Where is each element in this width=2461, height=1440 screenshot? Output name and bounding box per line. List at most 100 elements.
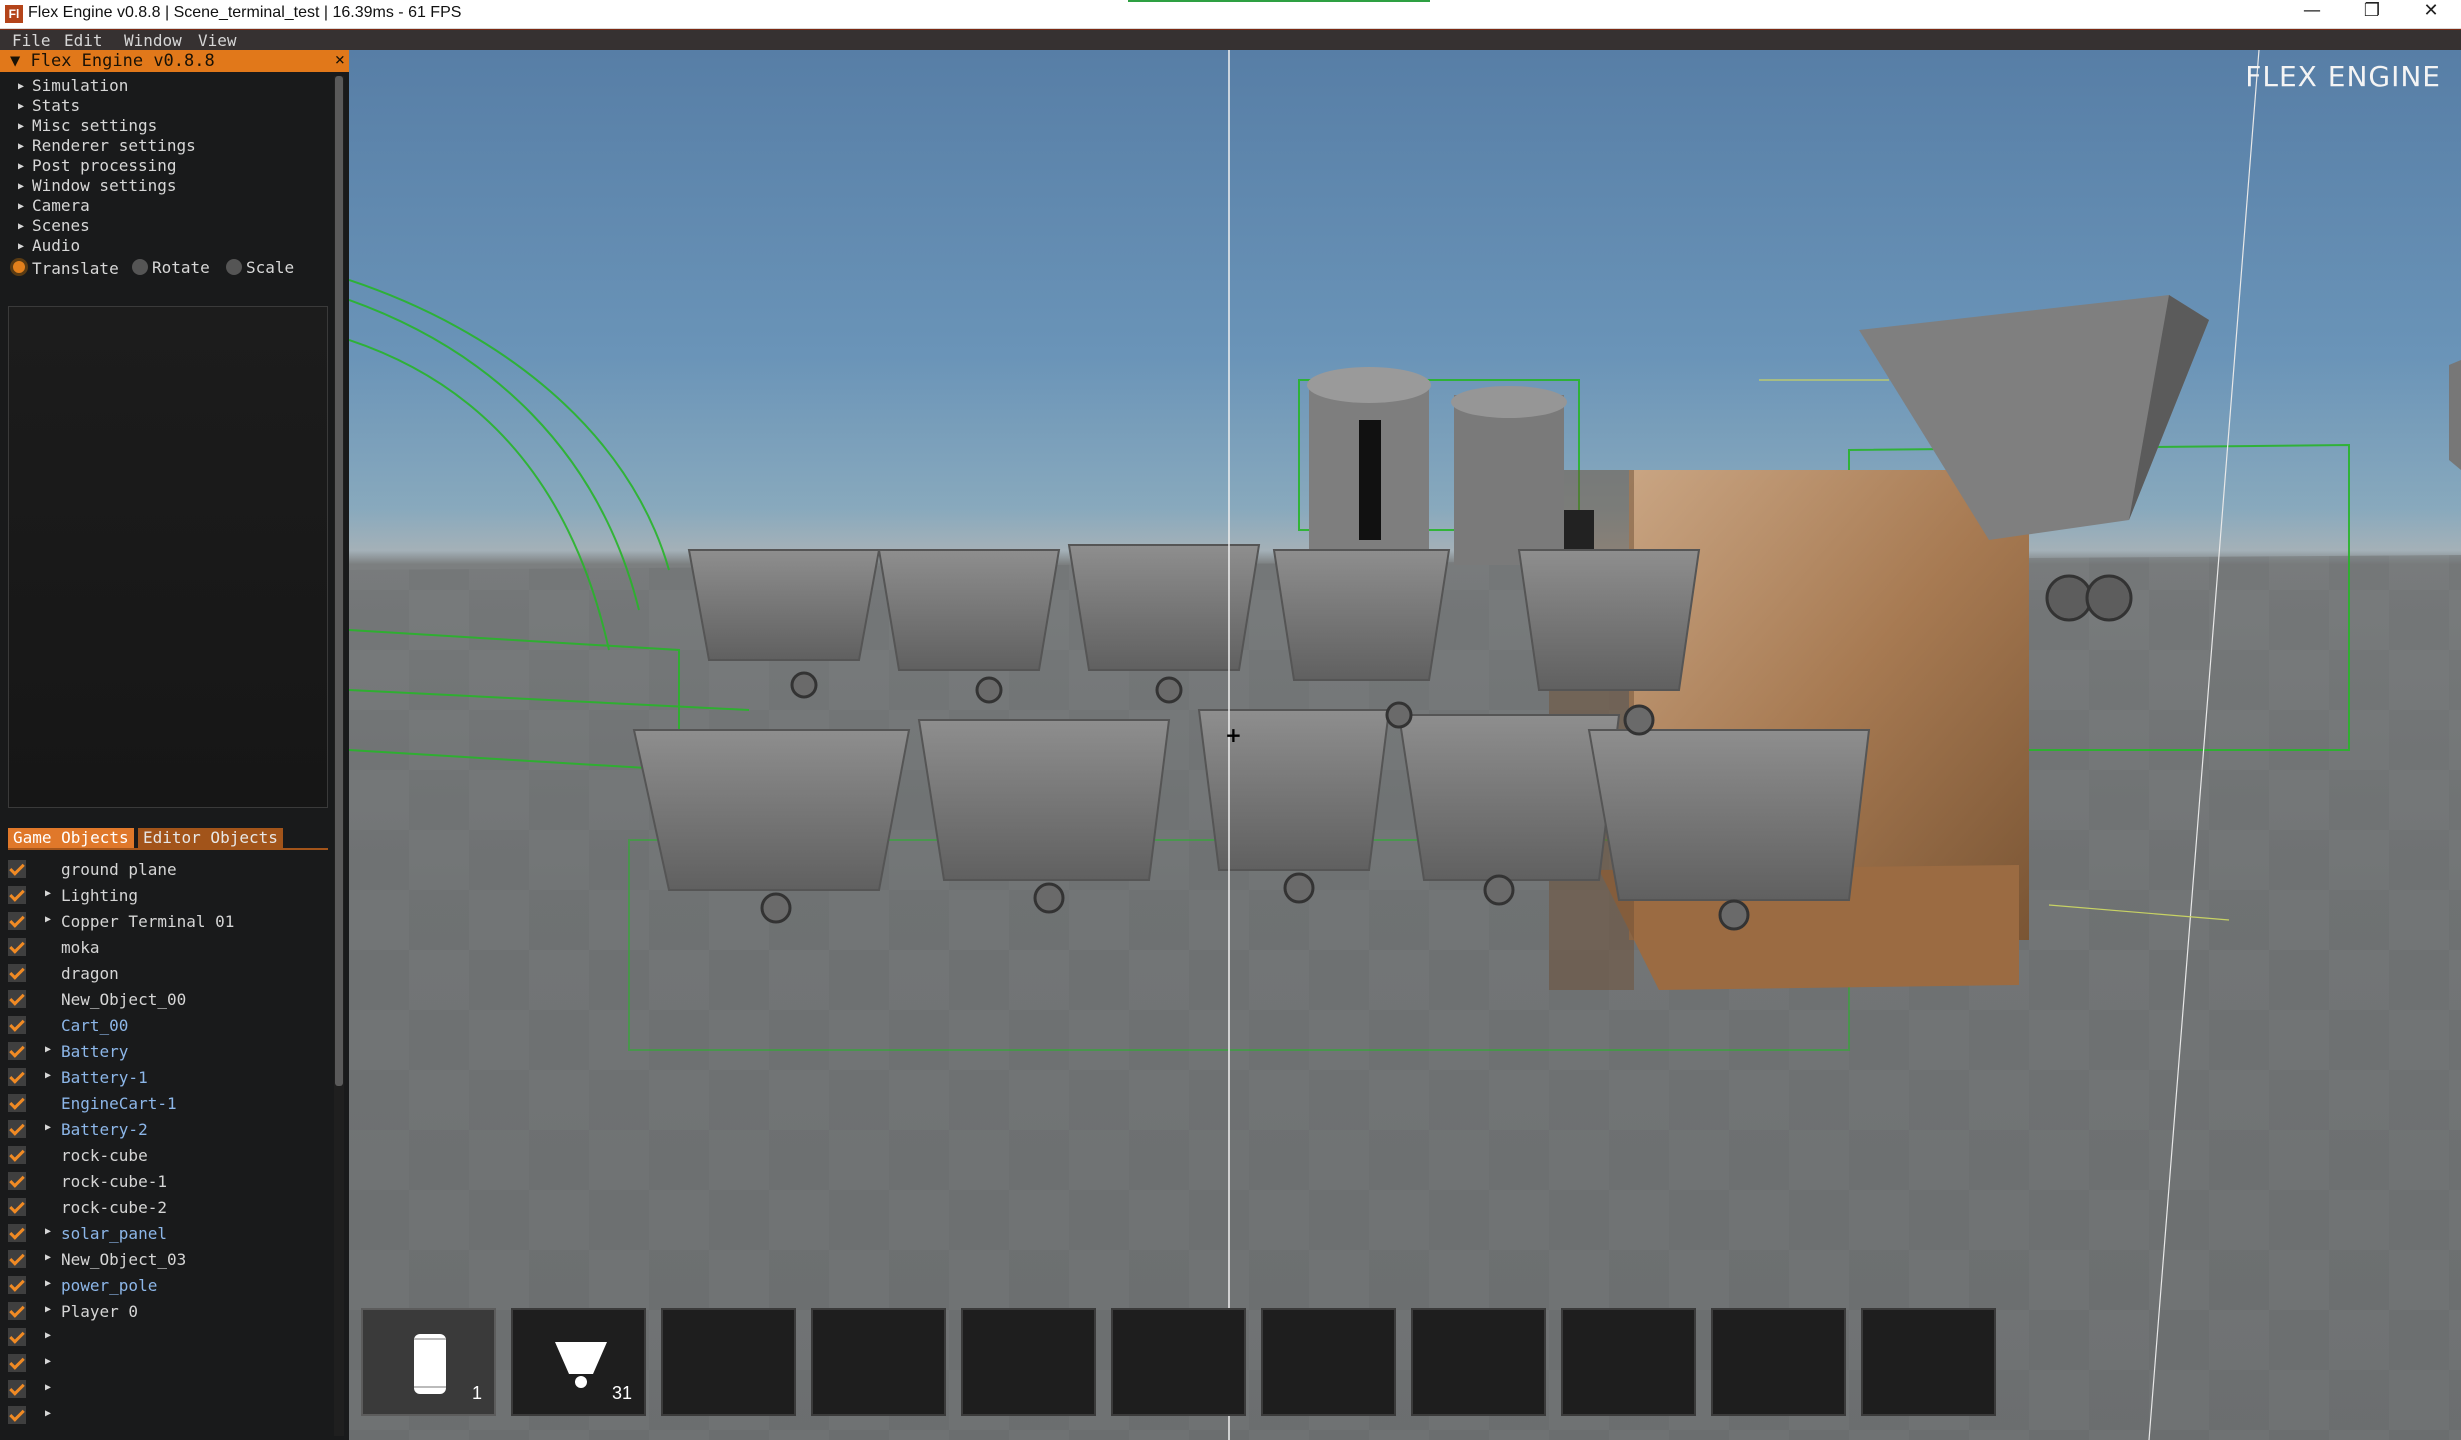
menu-view[interactable]: View (198, 31, 237, 50)
object-row[interactable]: ▶ (8, 1378, 328, 1402)
panel-header[interactable]: ▼ Flex Engine v0.8.8 × (0, 50, 349, 72)
object-row[interactable]: moka (8, 936, 328, 960)
object-row[interactable]: ▶ Battery-1 (8, 1066, 328, 1090)
visibility-checkbox[interactable] (8, 1172, 26, 1190)
expand-arrow-icon[interactable]: ▶ (45, 1408, 51, 1419)
expand-arrow-icon[interactable]: ▶ (45, 914, 51, 925)
section-stats[interactable]: ▶ Stats (18, 96, 80, 115)
section-post-processing[interactable]: ▶ Post processing (18, 156, 177, 175)
hotbar-slot[interactable] (1861, 1308, 1996, 1416)
hotbar-slot[interactable] (1561, 1308, 1696, 1416)
object-row[interactable]: ▶ Lighting (8, 884, 328, 908)
object-name[interactable]: rock-cube-2 (61, 1198, 167, 1217)
object-name[interactable]: New_Object_03 (61, 1250, 186, 1269)
visibility-checkbox[interactable] (8, 1042, 26, 1060)
visibility-checkbox[interactable] (8, 1276, 26, 1294)
visibility-checkbox[interactable] (8, 964, 26, 982)
panel-close-icon[interactable]: × (335, 50, 345, 70)
hotbar-slot[interactable]: 1 (361, 1308, 496, 1416)
object-name[interactable]: rock-cube-1 (61, 1172, 167, 1191)
object-row[interactable]: ground plane (8, 858, 328, 882)
expand-arrow-icon[interactable]: ▶ (45, 1252, 51, 1263)
collapse-arrow-icon[interactable]: ▼ (10, 51, 20, 71)
object-row[interactable]: ▶ Battery-2 (8, 1118, 328, 1142)
object-row[interactable]: ▶ New_Object_03 (8, 1248, 328, 1272)
hotbar-slot[interactable] (1411, 1308, 1546, 1416)
object-row[interactable]: ▶ Player 0 (8, 1300, 328, 1324)
hotbar-slot[interactable] (811, 1308, 946, 1416)
object-row[interactable]: ▶ Copper Terminal 01 (8, 910, 328, 934)
expand-arrow-icon[interactable]: ▶ (45, 1356, 51, 1367)
object-row[interactable]: rock-cube-2 (8, 1196, 328, 1220)
expand-arrow-icon[interactable]: ▶ (45, 1330, 51, 1341)
object-name[interactable]: dragon (61, 964, 119, 983)
section-camera[interactable]: ▶ Camera (18, 196, 90, 215)
visibility-checkbox[interactable] (8, 1094, 26, 1112)
visibility-checkbox[interactable] (8, 938, 26, 956)
radio-translate[interactable]: Translate (10, 258, 119, 278)
object-row[interactable]: EngineCart-1 (8, 1092, 328, 1116)
menu-file[interactable]: File (12, 31, 51, 50)
panel-title[interactable]: ▼ Flex Engine v0.8.8 (10, 51, 215, 71)
expand-arrow-icon[interactable]: ▶ (45, 1304, 51, 1315)
object-row[interactable]: ▶ Battery (8, 1040, 328, 1064)
expand-arrow-icon[interactable]: ▶ (45, 1044, 51, 1055)
close-icon[interactable]: ✕ (2401, 0, 2461, 28)
object-name[interactable]: EngineCart-1 (61, 1094, 177, 1113)
object-row[interactable]: ▶ power_pole (8, 1274, 328, 1298)
tab-editor-objects[interactable]: Editor Objects (138, 828, 283, 848)
object-row[interactable]: ▶ (8, 1326, 328, 1350)
expand-arrow-icon[interactable]: ▶ (45, 1226, 51, 1237)
object-row[interactable]: ▶ (8, 1352, 328, 1376)
section-misc-settings[interactable]: ▶ Misc settings (18, 116, 157, 135)
visibility-checkbox[interactable] (8, 1016, 26, 1034)
object-name[interactable]: power_pole (61, 1276, 157, 1295)
object-row[interactable]: dragon (8, 962, 328, 986)
visibility-checkbox[interactable] (8, 1380, 26, 1398)
visibility-checkbox[interactable] (8, 912, 26, 930)
object-name[interactable]: Battery-2 (61, 1120, 148, 1139)
expand-arrow-icon[interactable]: ▶ (45, 1278, 51, 1289)
visibility-checkbox[interactable] (8, 1250, 26, 1268)
expand-arrow-icon[interactable]: ▶ (45, 1070, 51, 1081)
object-row[interactable]: Cart_00 (8, 1014, 328, 1038)
minimize-icon[interactable]: — (2282, 0, 2342, 28)
object-name[interactable]: Battery-1 (61, 1068, 148, 1087)
hotbar-slot[interactable] (1111, 1308, 1246, 1416)
expand-arrow-icon[interactable]: ▶ (45, 888, 51, 899)
hotbar-slot[interactable] (1261, 1308, 1396, 1416)
object-name[interactable]: solar_panel (61, 1224, 167, 1243)
visibility-checkbox[interactable] (8, 1068, 26, 1086)
hotbar-slot[interactable] (661, 1308, 796, 1416)
expand-arrow-icon[interactable]: ▶ (45, 1382, 51, 1393)
object-row[interactable]: New_Object_00 (8, 988, 328, 1012)
object-name[interactable]: New_Object_00 (61, 990, 186, 1009)
visibility-checkbox[interactable] (8, 1198, 26, 1216)
visibility-checkbox[interactable] (8, 860, 26, 878)
visibility-checkbox[interactable] (8, 1302, 26, 1320)
section-simulation[interactable]: ▶ Simulation (18, 76, 128, 95)
restore-icon[interactable]: ❐ (2342, 0, 2402, 28)
hotbar-slot[interactable] (1711, 1308, 1846, 1416)
visibility-checkbox[interactable] (8, 886, 26, 904)
hotbar-slot[interactable] (961, 1308, 1096, 1416)
object-name[interactable]: moka (61, 938, 100, 957)
object-name[interactable]: Battery (61, 1042, 128, 1061)
object-name[interactable]: rock-cube (61, 1146, 148, 1165)
object-name[interactable]: Lighting (61, 886, 138, 905)
visibility-checkbox[interactable] (8, 1328, 26, 1346)
menu-window[interactable]: Window (124, 31, 182, 50)
radio-rotate[interactable]: Rotate (132, 258, 210, 277)
section-window-settings[interactable]: ▶ Window settings (18, 176, 177, 195)
section-renderer-settings[interactable]: ▶ Renderer settings (18, 136, 196, 155)
section-scenes[interactable]: ▶ Scenes (18, 216, 90, 235)
object-name[interactable]: ground plane (61, 860, 177, 879)
scene-viewport[interactable]: FLEX ENGINE + 1 31 (349, 50, 2461, 1440)
object-name[interactable]: Copper Terminal 01 (61, 912, 234, 931)
object-row[interactable]: ▶ (8, 1404, 328, 1428)
object-row[interactable]: ▶ solar_panel (8, 1222, 328, 1246)
visibility-checkbox[interactable] (8, 1406, 26, 1424)
radio-scale[interactable]: Scale (226, 258, 294, 277)
window-titlebar[interactable]: Fl Flex Engine v0.8.8 | Scene_terminal_t… (0, 0, 2461, 29)
visibility-checkbox[interactable] (8, 990, 26, 1008)
